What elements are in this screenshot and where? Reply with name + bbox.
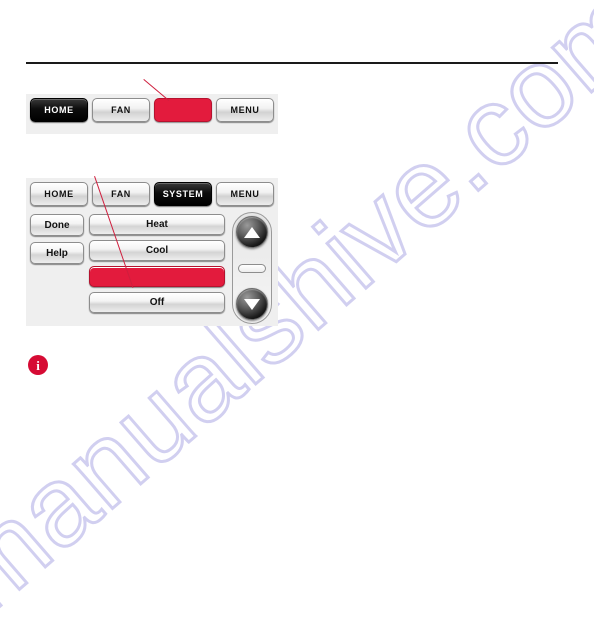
tab-system-2-label: SYSTEM	[162, 189, 204, 199]
stepper-control	[232, 212, 272, 324]
tab-fan[interactable]: FAN	[92, 98, 150, 122]
tab-home-2[interactable]: HOME	[30, 182, 88, 206]
tab-bar-home-screen: HOME FAN MENU	[26, 98, 278, 124]
tab-fan-label: FAN	[111, 105, 131, 115]
tab-menu-label: MENU	[230, 105, 260, 115]
mode-option-off[interactable]: Off	[89, 292, 225, 313]
side-button-column: Done Help	[30, 210, 84, 326]
info-icon-glyph: i	[36, 357, 40, 373]
triangle-up-icon[interactable]	[236, 216, 268, 248]
done-button[interactable]: Done	[30, 214, 84, 236]
thermostat-screen-system: HOME FAN SYSTEM MENU Done Help Heat Cool	[26, 178, 278, 326]
tab-bar-system-screen: HOME FAN SYSTEM MENU	[26, 182, 278, 208]
tab-system-redacted[interactable]	[154, 98, 212, 122]
tab-home-2-label: HOME	[44, 189, 74, 199]
help-button-label: Help	[46, 247, 68, 259]
thermostat-screen-home: HOME FAN MENU	[26, 94, 278, 134]
header-divider-rule	[26, 62, 558, 64]
tab-menu-2-label: MENU	[230, 189, 260, 199]
stepper-readout	[238, 263, 266, 273]
stepper-column	[230, 210, 274, 326]
mode-option-cool-label: Cool	[145, 245, 169, 256]
tab-system-2[interactable]: SYSTEM	[154, 182, 212, 206]
mode-option-off-label: Off	[149, 297, 165, 308]
tab-fan-2-label: FAN	[111, 189, 131, 199]
triangle-down-icon[interactable]	[236, 288, 268, 320]
help-button[interactable]: Help	[30, 242, 84, 264]
triangle-up-glyph	[244, 226, 260, 238]
triangle-down-glyph	[244, 298, 260, 310]
mode-option-cool[interactable]: Cool	[89, 240, 225, 261]
done-button-label: Done	[44, 219, 70, 231]
mode-option-redacted[interactable]	[89, 266, 225, 287]
mode-option-heat-label: Heat	[146, 219, 168, 230]
tab-home-label: HOME	[44, 105, 74, 115]
system-mode-list: Heat Cool Off	[89, 210, 225, 326]
info-note: i	[28, 355, 56, 375]
tab-menu[interactable]: MENU	[216, 98, 274, 122]
tab-menu-2[interactable]: MENU	[216, 182, 274, 206]
info-icon: i	[28, 355, 48, 375]
tab-home[interactable]: HOME	[30, 98, 88, 122]
system-screen-body: Done Help Heat Cool Off	[26, 210, 278, 326]
